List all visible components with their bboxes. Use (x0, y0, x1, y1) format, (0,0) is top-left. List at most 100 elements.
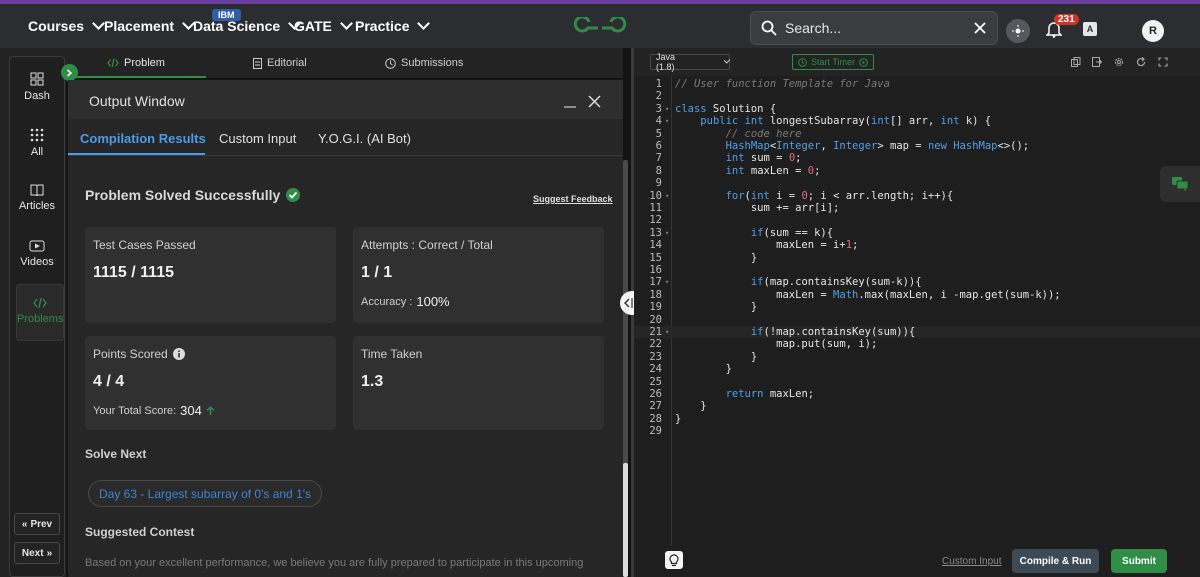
line-number: 26 (649, 388, 662, 400)
nav-data-science[interactable]: Data Science (193, 17, 302, 34)
prev-button[interactable]: « Prev (14, 513, 60, 535)
code-line[interactable]: 2 (634, 90, 1200, 102)
rail-item-dash[interactable]: Dash (10, 72, 64, 102)
code-line[interactable]: 16 (634, 264, 1200, 276)
fold-arrow-icon[interactable]: ▾ (665, 276, 669, 288)
tab-problem[interactable]: Problem (107, 57, 165, 69)
line-text: int sum = 0; (725, 152, 802, 165)
chat-button[interactable] (1160, 166, 1200, 202)
code-line[interactable]: 29 (634, 425, 1200, 437)
nav-courses[interactable]: Courses (28, 17, 105, 34)
code-icon (33, 297, 47, 309)
line-number: 3 (655, 102, 662, 115)
code-line[interactable]: 15 } (634, 252, 1200, 264)
code-line[interactable]: 25 (634, 376, 1200, 388)
code-line[interactable]: 5 // code here (634, 128, 1200, 140)
translate-icon[interactable]: A (1083, 22, 1097, 36)
line-number: 17 (649, 276, 662, 289)
code-line[interactable]: 18 maxLen = Math.max(maxLen, i -map.get(… (634, 289, 1200, 301)
copy-icon[interactable] (1071, 57, 1081, 67)
rail-item-videos[interactable]: Videos (10, 240, 64, 268)
rail-item-problems[interactable]: Problems (16, 284, 64, 341)
line-number: 25 (649, 375, 662, 388)
solve-next-link[interactable]: Day 63 - Largest subarray of 0's and 1's (88, 480, 323, 507)
gfg-logo[interactable] (573, 15, 627, 44)
tab-compilation-results[interactable]: Compilation Results (80, 131, 206, 146)
line-text: } (675, 251, 758, 264)
tab-editorial[interactable]: Editorial (253, 57, 307, 69)
accuracy-line: Accuracy :100% (361, 294, 450, 309)
output-window-header: Output Window (68, 80, 623, 119)
fold-arrow-icon[interactable]: ▾ (665, 103, 669, 115)
code-line[interactable]: 6 HashMap<Integer, Integer> map = new Ha… (634, 140, 1200, 152)
theme-toggle-button[interactable] (1006, 19, 1030, 43)
code-line[interactable]: 28} (634, 413, 1200, 425)
code-line[interactable]: 23 } (634, 351, 1200, 363)
line-number: 11 (649, 202, 662, 214)
next-button[interactable]: Next » (14, 542, 60, 564)
tab-custom-input[interactable]: Custom Input (219, 131, 296, 146)
scrollbar-thumb[interactable] (623, 463, 628, 577)
code-line[interactable]: 11 sum += arr[i]; (634, 202, 1200, 214)
avatar[interactable]: R (1142, 20, 1164, 42)
time-taken-card: Time Taken 1.3 (353, 336, 604, 430)
line-text: int maxLen = 0; (725, 164, 821, 177)
fold-arrow-icon[interactable]: ▾ (665, 190, 669, 202)
line-text: } (675, 363, 732, 376)
hint-bulb-button[interactable] (665, 551, 683, 569)
info-icon[interactable] (172, 348, 185, 360)
code-line[interactable]: 10 ▾ for(int i = 0; i < arr.length; i++){ (634, 190, 1200, 202)
language-select[interactable]: Java (1.8) (650, 52, 731, 72)
compile-run-button[interactable]: Compile & Run (1012, 549, 1099, 573)
code-line[interactable]: 26 return maxLen; (634, 388, 1200, 400)
expand-toggle-button[interactable] (61, 64, 78, 81)
code-line[interactable]: 17 ▾ if(map.containsKey(sum-k)){ (634, 276, 1200, 288)
code-line[interactable]: 8 int maxLen = 0; (634, 165, 1200, 177)
close-icon[interactable] (973, 21, 987, 35)
code-line[interactable]: 27 } (634, 400, 1200, 412)
code-line[interactable]: 14 maxLen = i+1; (634, 239, 1200, 251)
code-line[interactable]: 9 (634, 177, 1200, 189)
rail-item-all[interactable]: All (10, 128, 64, 158)
code-line[interactable]: 21 ▾ if(!map.containsKey(sum)){ (634, 326, 1200, 339)
tab-submissions[interactable]: Submissions (385, 57, 463, 69)
code-line[interactable]: 13 ▾ if(sum == k){ (634, 227, 1200, 239)
search-bar[interactable] (750, 11, 998, 45)
fold-arrow-icon[interactable]: ▾ (665, 227, 669, 239)
nav-placement[interactable]: Placement (104, 17, 195, 34)
code-line[interactable]: 1 // User function Template for Java (634, 78, 1200, 90)
code-line[interactable]: 12 (634, 214, 1200, 226)
minimize-icon[interactable] (563, 95, 577, 109)
divider (68, 155, 623, 156)
code-editor-panel: Java (1.8) Start Timer 1 // User function… (634, 48, 1200, 577)
search-input[interactable] (785, 20, 955, 36)
settings-icon[interactable] (1114, 57, 1124, 67)
import-file-icon[interactable] (1092, 57, 1102, 67)
tab-yogi-ai-bot[interactable]: Y.O.G.I. (AI Bot) (318, 131, 411, 146)
custom-input-link[interactable]: Custom Input (942, 556, 1001, 567)
code-icon (107, 58, 119, 68)
grid-icon (30, 128, 44, 142)
line-number: 20 (649, 313, 662, 326)
close-icon[interactable] (588, 95, 601, 108)
code-line[interactable]: 7 int sum = 0; (634, 152, 1200, 164)
submit-button[interactable]: Submit (1111, 549, 1167, 573)
nav-practice[interactable]: Practice (355, 17, 431, 34)
start-timer-button[interactable]: Start Timer (792, 54, 875, 70)
fullscreen-icon[interactable] (1158, 57, 1168, 67)
code-line[interactable]: 4 ▾ public int longestSubarray(int[] arr,… (634, 115, 1200, 127)
nav-gate[interactable]: GATE (294, 17, 353, 34)
code-line[interactable]: 3 ▾ class Solution { (634, 103, 1200, 115)
line-text: public int longestSubarray(int[] arr, in… (700, 115, 992, 128)
fold-arrow-icon[interactable]: ▾ (665, 115, 669, 127)
code-line[interactable]: 20 (634, 314, 1200, 326)
line-number: 23 (649, 350, 662, 363)
code-line[interactable]: 22 map.put(sum, i); (634, 338, 1200, 350)
reset-icon[interactable] (1136, 57, 1146, 67)
code-line[interactable]: 24 } (634, 363, 1200, 375)
editor-toolbar: Java (1.8) Start Timer (634, 48, 1200, 76)
code-line[interactable]: 19 } (634, 301, 1200, 313)
fold-arrow-icon[interactable]: ▾ (665, 326, 669, 338)
rail-item-articles[interactable]: Articles (10, 184, 64, 212)
suggest-feedback-link[interactable]: Suggest Feedback (533, 194, 613, 204)
